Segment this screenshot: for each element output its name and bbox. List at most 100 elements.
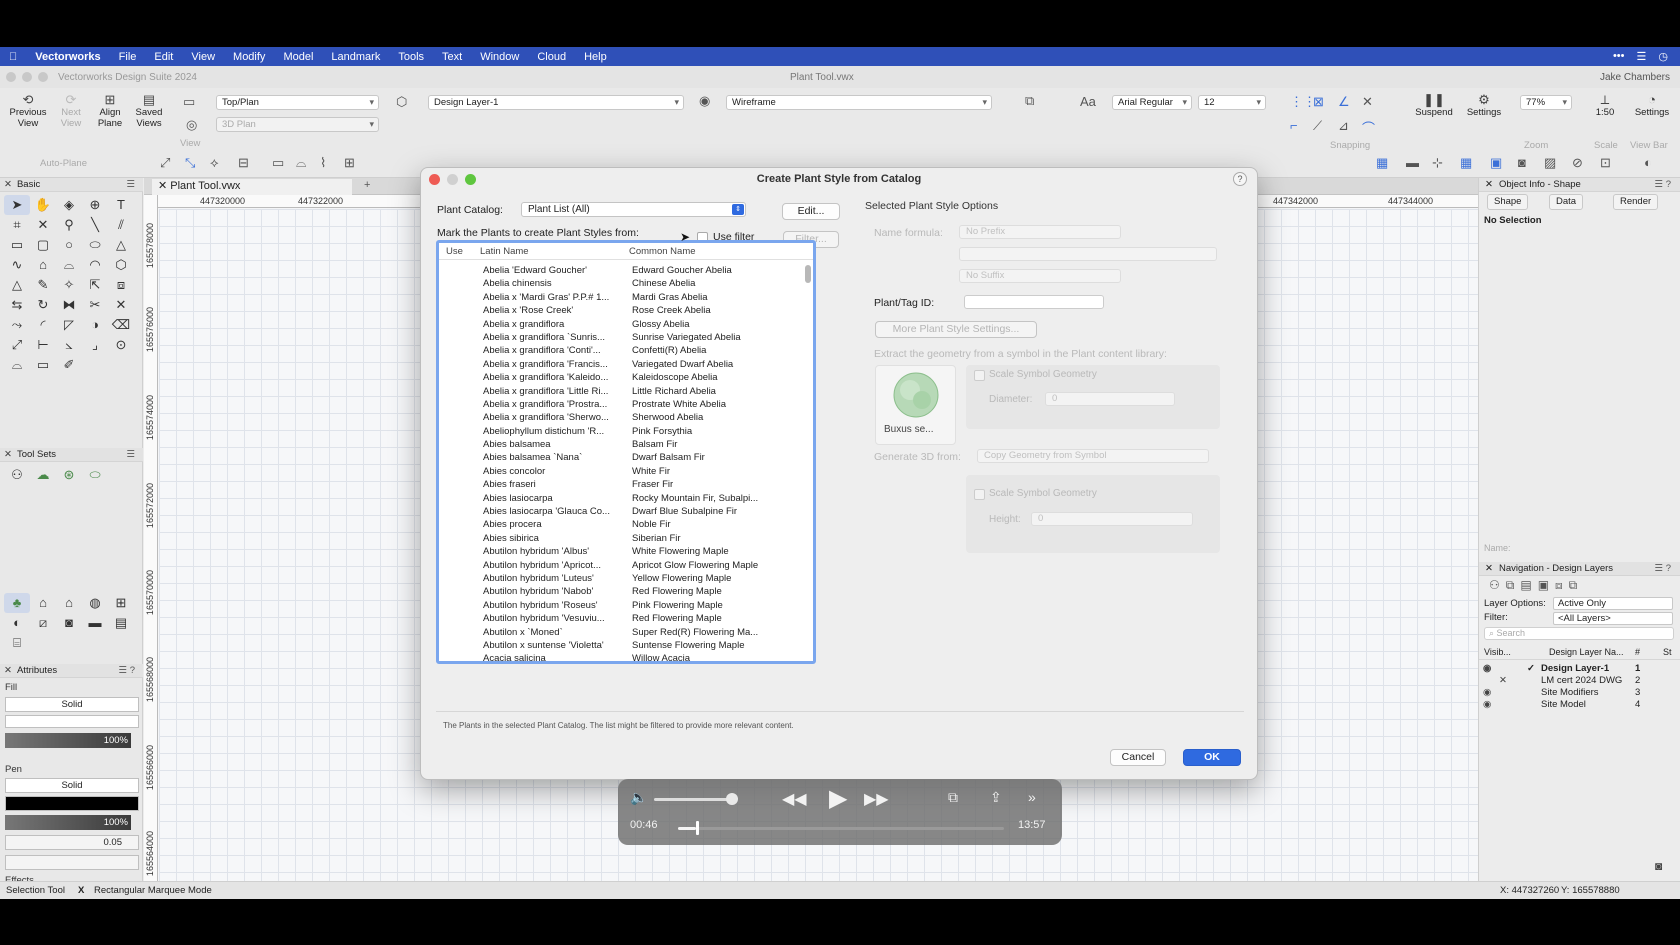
clip-icon[interactable]: ⊡ [1600,155,1611,171]
mode-single-icon[interactable]: ⊟ [238,155,249,171]
help-icon[interactable]: ? [1233,172,1247,186]
move-tool-icon[interactable]: ⇆ [4,295,30,315]
eraser-tool-icon[interactable]: ⌫ [108,315,134,335]
plant-row[interactable]: Abelia x grandiflora 'Kaleido... Kaleidos… [439,371,813,384]
cancel-button[interactable]: Cancel [1110,749,1166,766]
chamfer-tool-icon[interactable]: ◸ [56,315,82,335]
spiral-tool-icon[interactable]: ◠ [82,255,108,275]
menu-text[interactable]: Text [433,51,471,63]
plant-row[interactable]: Abies lasiocarpa Rocky Mountain Fir, Suba… [439,492,813,505]
freehand-tool-icon[interactable]: ∿ [4,255,30,275]
mode-select-icon[interactable]: ⤢ [160,155,170,171]
callout-tool-icon[interactable]: ⌗ [4,215,30,235]
control-center-icon[interactable]: ☰ [1637,50,1647,63]
rectangle-tool-icon[interactable]: ▭ [4,235,30,255]
scale-symbol-checkbox[interactable] [974,370,985,381]
polygon-tool-icon[interactable]: △ [108,235,134,255]
col-latin-name[interactable]: Latin Name [480,243,529,260]
dims-set-icon[interactable]: ⧄ [30,613,56,633]
close-icon[interactable]: ✕ [1485,563,1493,574]
edit-catalog-button[interactable]: Edit... [782,203,840,220]
screen-plane-icon[interactable]: ▦ [1376,155,1388,171]
col-stack[interactable]: St [1663,647,1672,657]
flyover-tool-icon[interactable]: ◈ [56,195,82,215]
col-common-name[interactable]: Common Name [629,243,696,260]
previous-view-button[interactable]: ⟲ Previous View [8,93,48,129]
new-tab-icon[interactable]: + [364,179,370,191]
plant-row[interactable]: Abies lasiocarpa 'Glauca Co... Dwarf Blue… [439,505,813,518]
hidden-x-icon[interactable]: ✕ [1499,675,1507,687]
ok-button[interactable]: OK [1183,749,1241,766]
plant-row[interactable]: Abies balsamea `Nana` Dwarf Balsam Fir [439,451,813,464]
plant-row[interactable]: Abies concolor White Fir [439,465,813,478]
trim-tool-icon[interactable]: ✕ [108,295,134,315]
hardscape-icon[interactable]: ⬭ [82,465,108,485]
app-menu[interactable]: Vectorworks [26,51,109,63]
window-zoom-button[interactable] [38,72,48,82]
plant-row[interactable]: Abies procera Noble Fir [439,518,813,531]
nav-refs-icon[interactable]: ⧈ [1555,578,1569,592]
layer-row[interactable]: ◉ Site Modifiers 3 [1479,687,1680,699]
rewind-icon[interactable]: ◀◀ [782,789,807,809]
play-icon[interactable]: ▶ [829,784,847,813]
landscape-set-icon[interactable]: ♣ [4,593,30,613]
camera-set-icon[interactable]: ◙ [56,613,82,633]
hide-icon[interactable]: ⊘ [1572,155,1583,171]
truss-tool-icon[interactable]: ⌓ [4,355,30,375]
window-close-button[interactable] [6,72,16,82]
palette-menu-icon[interactable]: ☰ ? [1655,178,1671,192]
plant-row[interactable]: Abutilon hybridum 'Luteus' Yellow Floweri… [439,572,813,585]
picture-in-picture-icon[interactable]: ⧉ [948,789,958,806]
prefix-select[interactable]: No Prefix [959,225,1121,239]
scale-button[interactable]: ⟂ 1:50 [1590,93,1620,118]
plant-row[interactable]: Abelia x grandiflora 'Sherwo... Sherwood … [439,411,813,424]
font-select[interactable]: Arial Regular [1112,95,1192,110]
menu-window[interactable]: Window [471,51,528,63]
double-line-tool-icon[interactable]: ⫽ [108,215,134,235]
menu-landmark[interactable]: Landmark [322,51,389,63]
share-icon[interactable]: ⇪ [990,789,1002,806]
plant-row[interactable]: Acacia salicina Willow Acacia [439,652,813,661]
render-mode-select[interactable]: Wireframe [726,95,992,110]
fixtures-set-icon[interactable]: ▤ [108,613,134,633]
diameter-field[interactable]: 0 [1045,392,1175,406]
snap-smart-points-icon[interactable]: ⌐ [1290,118,1298,133]
filter-select[interactable]: <All Layers> [1553,612,1673,625]
triangle-tool-icon[interactable]: △ [4,275,30,295]
mirror-tool-icon[interactable]: ⧓ [56,295,82,315]
rounded-rect-tool-icon[interactable]: ▢ [30,235,56,255]
measure-tool-icon[interactable]: ⊢ [30,335,56,355]
palette-menu-icon[interactable]: ☰ [126,178,135,192]
plant-row[interactable]: Abutilon x suntense 'Violetta' Suntense F… [439,639,813,652]
nav-files-icon[interactable]: ⧉ [1569,578,1584,592]
connect-tool-icon[interactable]: ⤳ [4,315,30,335]
plant-row[interactable]: Abelia x grandiflora 'Francis... Variegat… [439,358,813,371]
more-icon[interactable]: » [1028,789,1036,805]
height-field[interactable]: 0 [1031,512,1193,526]
generate-3d-select[interactable]: Copy Geometry from Symbol [977,449,1209,463]
plant-row[interactable]: Abeliophyllum distichum 'R... Pink Forsyt… [439,425,813,438]
plant-row[interactable]: Abutilon x `Moned` Super Red(R) Flowering… [439,626,813,639]
close-icon[interactable]: ✕ [158,180,170,192]
view-settings-button[interactable]: ◔ Settings [1630,93,1674,118]
visible-eye-icon[interactable]: ◉ [1483,699,1491,711]
menu-help[interactable]: Help [575,51,616,63]
wall-set-icon[interactable]: ▬ [82,613,108,633]
plant-tag-field[interactable] [964,295,1104,309]
plant-row[interactable]: Abies fraseri Fraser Fir [439,478,813,491]
circle-tool-icon[interactable]: ○ [56,235,82,255]
volume-slider[interactable] [654,798,732,801]
font-size-select[interactable]: 12 [1198,95,1266,110]
nav-layers-icon[interactable]: ⧉ [1506,578,1521,592]
line-style-select[interactable] [5,855,139,870]
nav-views-icon[interactable]: ▣ [1538,578,1555,592]
mode-poly-icon[interactable]: ⌓ [296,155,306,171]
plant-row[interactable]: Abutilon hybridum 'Albus' White Flowering… [439,545,813,558]
next-view-button[interactable]: ⟳ Next View [56,93,86,129]
plant-row[interactable]: Abelia x grandiflora 'Prostra... Prostrat… [439,398,813,411]
view-select[interactable]: Top/Plan [216,95,379,110]
tab-data[interactable]: Data [1549,194,1584,210]
grid-toggle-icon[interactable]: ▦ [1460,155,1472,171]
snap-edge-icon[interactable]: ⟋ [1313,118,1322,134]
globe-set-icon[interactable]: ◍ [82,593,108,613]
